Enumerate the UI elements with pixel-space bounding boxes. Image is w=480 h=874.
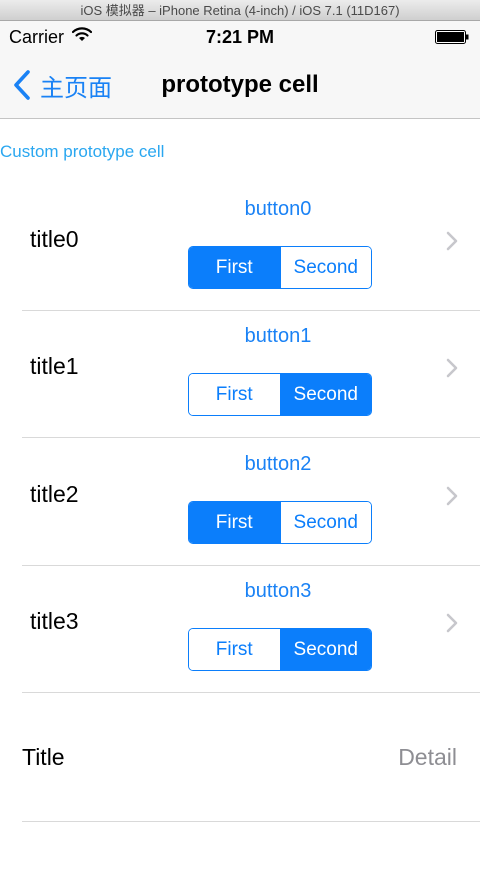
status-bar: Carrier 7:21 PM [0, 21, 480, 53]
cell-button[interactable]: button2 [188, 453, 368, 476]
chevron-left-icon [14, 70, 30, 100]
table-row[interactable]: title3 button3 First Second [0, 566, 480, 693]
chevron-right-icon [446, 613, 458, 633]
chevron-right-icon [446, 231, 458, 251]
back-button[interactable]: 主页面 [12, 67, 112, 103]
cell-title: title3 [30, 608, 79, 634]
segmented-control: First Second [188, 373, 372, 416]
cell-title: title1 [30, 353, 79, 379]
chevron-right-icon [446, 358, 458, 378]
cell-button[interactable]: button0 [188, 198, 368, 221]
segment-first[interactable]: First [189, 247, 280, 288]
segment-second[interactable]: Second [279, 374, 371, 415]
simulator-title: iOS 模拟器 – iPhone Retina (4-inch) / iOS 7… [80, 3, 400, 18]
row-separator [22, 437, 480, 438]
segment-second[interactable]: Second [279, 247, 371, 288]
segment-first[interactable]: First [189, 374, 280, 415]
back-button-label: 主页面 [40, 74, 112, 102]
table-row[interactable]: title2 button2 First Second [0, 439, 480, 566]
segmented-control: First Second [188, 501, 372, 544]
segmented-control: First Second [188, 628, 372, 671]
table-row[interactable]: title1 button1 First Second [0, 311, 480, 438]
cell-button[interactable]: button3 [188, 580, 368, 603]
battery-icon [435, 30, 469, 44]
row-separator [22, 821, 480, 822]
detail-row[interactable]: Title Detail [0, 694, 480, 822]
status-time: 7:21 PM [205, 27, 275, 47]
chevron-right-icon [446, 486, 458, 506]
detail-row-detail: Detail [398, 744, 457, 770]
segment-first[interactable]: First [189, 629, 280, 670]
navigation-bar: 主页面 prototype cell [0, 53, 480, 119]
row-separator [22, 692, 480, 693]
cell-button[interactable]: button1 [188, 325, 368, 348]
segment-second[interactable]: Second [279, 629, 371, 670]
detail-row-title: Title [22, 744, 65, 770]
table-row[interactable]: title0 button0 First Second [0, 184, 480, 311]
simulator-title-bar: iOS 模拟器 – iPhone Retina (4-inch) / iOS 7… [0, 0, 480, 21]
segmented-control: First Second [188, 246, 372, 289]
cell-title: title0 [30, 226, 79, 252]
segment-second[interactable]: Second [279, 502, 371, 543]
segment-first[interactable]: First [189, 502, 280, 543]
cell-title: title2 [30, 481, 79, 507]
section-header: Custom prototype cell [0, 142, 165, 161]
